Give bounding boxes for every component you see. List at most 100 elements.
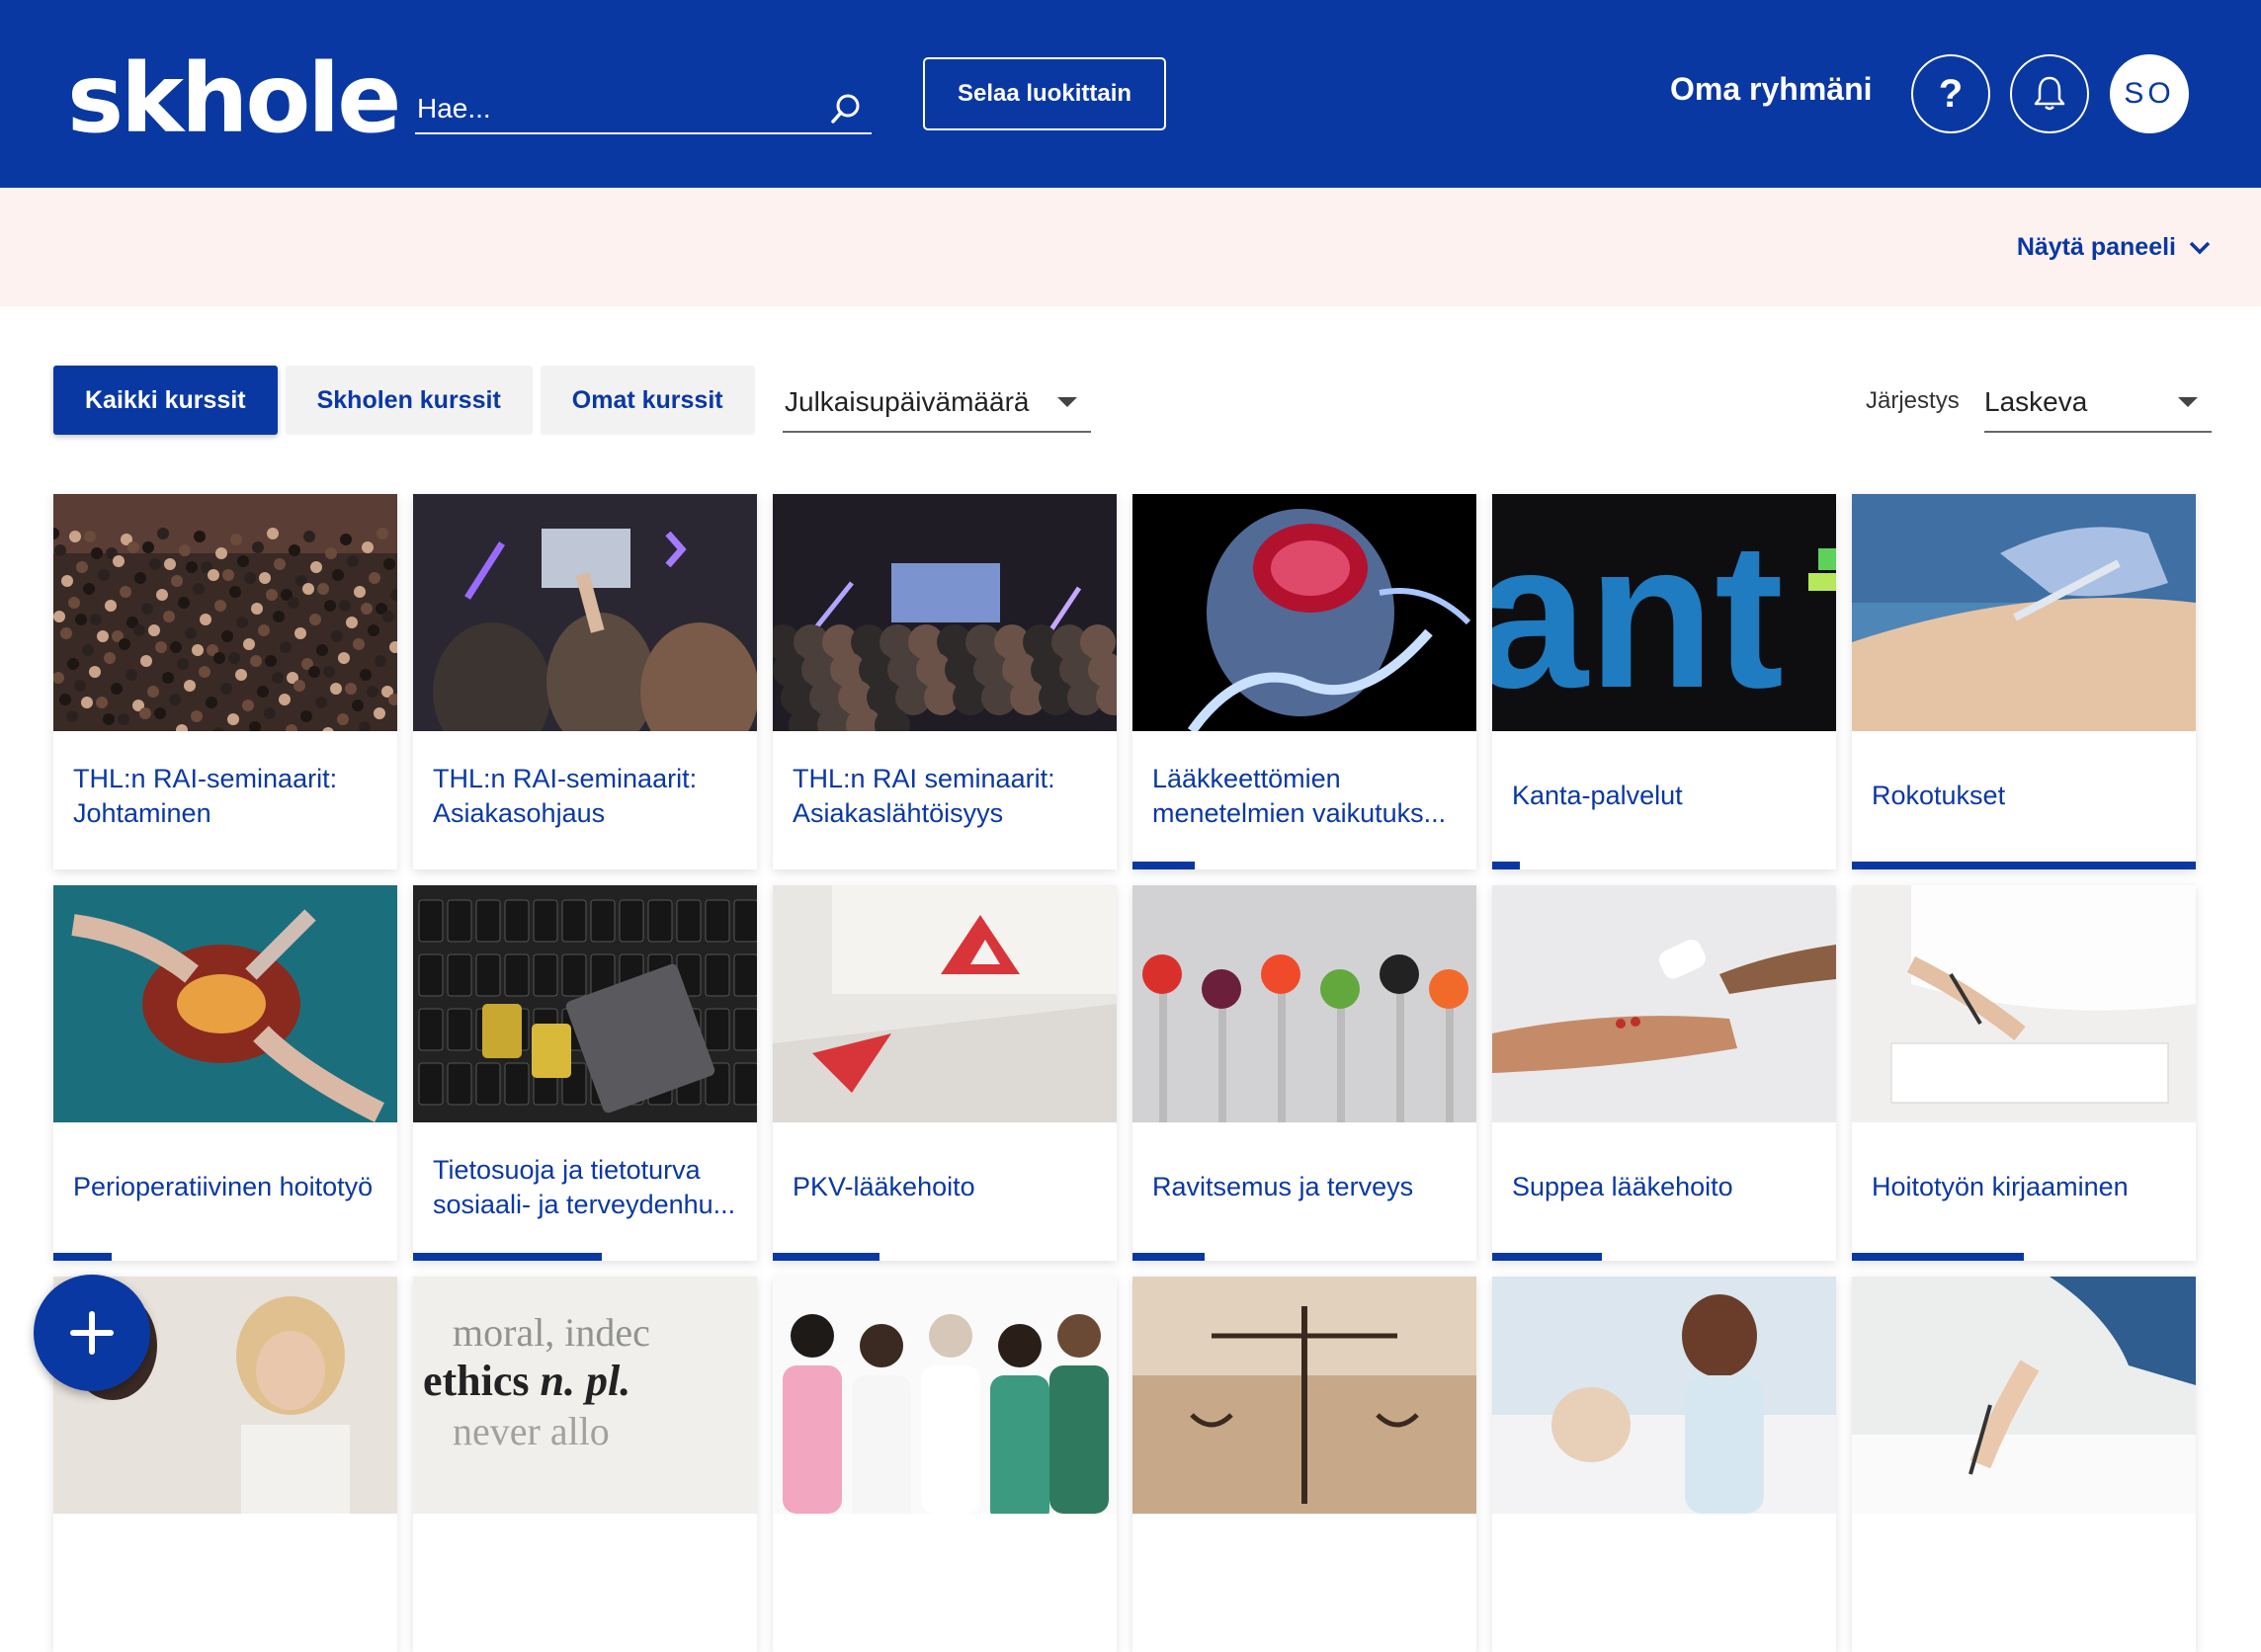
notifications-button[interactable] <box>2010 54 2089 133</box>
course-progress-bar <box>1132 862 1195 869</box>
svg-text:moral, indec: moral, indec <box>453 1310 650 1355</box>
order-label: Järjestys <box>1866 387 1960 414</box>
svg-text:never allo: never allo <box>453 1409 610 1453</box>
tab-skhole-courses[interactable]: Skholen kurssit <box>285 366 533 435</box>
course-thumbnail: ant <box>1492 494 1836 731</box>
course-card[interactable] <box>1132 1277 1476 1652</box>
course-thumbnail <box>773 1277 1117 1514</box>
course-grid: THL:n RAI-seminaarit: Johtaminen THL:n R… <box>53 494 2196 1652</box>
course-thumbnail <box>1852 494 2196 731</box>
course-card[interactable]: THL:n RAI seminaarit: Asiakaslähtöisyys <box>773 494 1117 869</box>
course-title-text: Suppea lääkehoito <box>1512 1172 1733 1202</box>
chevron-down-icon <box>2189 241 2211 254</box>
course-title-text: Lääkkeettömien menetelmien vaikutuks... <box>1152 763 1447 828</box>
course-title[interactable]: Tietosuoja ja tietoturva sosiaali- ja te… <box>433 1122 745 1253</box>
course-card[interactable] <box>1492 1277 1836 1652</box>
course-progress-bar <box>53 1253 113 1261</box>
course-title[interactable]: Ravitsemus ja terveys <box>1152 1122 1465 1253</box>
add-button[interactable] <box>34 1275 150 1391</box>
course-title-text: Ravitsemus ja terveys <box>1152 1172 1414 1202</box>
course-progress-bar <box>1492 1253 1603 1261</box>
course-card[interactable]: Rokotukset <box>1852 494 2196 869</box>
course-card[interactable]: Ravitsemus ja terveys <box>1132 885 1476 1261</box>
my-group-link[interactable]: Oma ryhmäni <box>1670 71 1873 108</box>
course-thumbnail: moral, indec ethics n. pl. never allo <box>413 1277 757 1514</box>
search-icon[interactable] <box>828 91 864 126</box>
course-card[interactable]: THL:n RAI-seminaarit: Johtaminen <box>53 494 397 869</box>
course-title-text: Tietosuoja ja tietoturva sosiaali- ja te… <box>433 1154 736 1219</box>
course-thumbnail <box>413 494 757 731</box>
course-title-text: Hoitotyön kirjaaminen <box>1872 1172 2129 1202</box>
sort-field-value: Julkaisupäivämäärä <box>785 386 1030 417</box>
course-title[interactable]: Suppea lääkehoito <box>1512 1122 1824 1253</box>
course-tabs: Kaikki kurssit Skholen kurssit Omat kurs… <box>53 366 755 435</box>
course-card[interactable]: THL:n RAI-seminaarit: Asiakasohjaus <box>413 494 757 869</box>
show-panel-toggle[interactable]: Näytä paneeli <box>2017 233 2212 262</box>
help-icon: ? <box>1938 71 1964 116</box>
course-card[interactable]: Suppea lääkehoito <box>1492 885 1836 1261</box>
course-card[interactable]: Perioperatiivinen hoitotyö <box>53 885 397 1261</box>
course-title[interactable]: Perioperatiivinen hoitotyö <box>73 1122 385 1253</box>
course-progress-bar <box>1132 1253 1206 1261</box>
course-thumbnail <box>1132 1277 1476 1514</box>
user-avatar[interactable]: SO <box>2110 54 2189 133</box>
course-thumbnail <box>413 885 757 1122</box>
tab-all-courses[interactable]: Kaikki kurssit <box>53 366 278 435</box>
course-title[interactable]: Rokotukset <box>1872 731 2184 862</box>
course-title[interactable]: PKV-lääkehoito <box>793 1122 1105 1253</box>
course-card[interactable]: Tietosuoja ja tietoturva sosiaali- ja te… <box>413 885 757 1261</box>
caret-down-icon <box>1057 397 1077 407</box>
course-progress-bar <box>1492 862 1520 869</box>
course-thumbnail <box>1492 1277 1836 1514</box>
show-panel-label: Näytä paneeli <box>2016 233 2176 261</box>
svg-text:ant: ant <box>1492 499 1784 731</box>
course-card[interactable]: Lääkkeettömien menetelmien vaikutuks... <box>1132 494 1476 869</box>
course-progress-bar <box>1852 1253 2024 1261</box>
course-title-text: THL:n RAI-seminaarit: Johtaminen <box>73 763 338 828</box>
course-card[interactable]: ant Kanta-palvelut <box>1492 494 1836 869</box>
course-thumbnail <box>773 494 1117 731</box>
search-input[interactable] <box>415 87 810 130</box>
course-progress-bar <box>1852 862 2196 869</box>
course-thumbnail <box>1852 1277 2196 1514</box>
course-thumbnail <box>1132 494 1476 731</box>
course-title-text: THL:n RAI seminaarit: Asiakaslähtöisyys <box>793 763 1055 828</box>
course-card[interactable]: moral, indec ethics n. pl. never allo <box>413 1277 757 1652</box>
order-value: Laskeva <box>1984 386 2088 417</box>
course-title[interactable]: THL:n RAI-seminaarit: Johtaminen <box>73 731 385 862</box>
course-thumbnail <box>1852 885 2196 1122</box>
caret-down-icon <box>2178 397 2198 407</box>
course-thumbnail <box>773 885 1117 1122</box>
course-thumbnail <box>53 885 397 1122</box>
course-card[interactable]: PKV-lääkehoito <box>773 885 1117 1261</box>
course-thumbnail <box>1132 885 1476 1122</box>
plus-icon <box>70 1311 114 1355</box>
tab-own-courses[interactable]: Omat kurssit <box>540 366 755 435</box>
course-progress-bar <box>413 1253 603 1261</box>
course-title-text: Kanta-palvelut <box>1512 781 1683 811</box>
sort-field-select[interactable]: Julkaisupäivämäärä <box>783 373 1091 433</box>
course-title[interactable]: Lääkkeettömien menetelmien vaikutuks... <box>1152 731 1465 862</box>
course-title[interactable]: THL:n RAI seminaarit: Asiakaslähtöisyys <box>793 731 1105 862</box>
course-title[interactable]: Hoitotyön kirjaaminen <box>1872 1122 2184 1253</box>
course-card[interactable] <box>773 1277 1117 1652</box>
course-thumbnail <box>53 494 397 731</box>
course-title[interactable]: THL:n RAI-seminaarit: Asiakasohjaus <box>433 731 745 862</box>
panel-bar: Näytä paneeli <box>0 188 2261 306</box>
help-button[interactable]: ? <box>1911 54 1990 133</box>
course-title[interactable]: Kanta-palvelut <box>1512 731 1824 862</box>
course-title-text: THL:n RAI-seminaarit: Asiakasohjaus <box>433 763 698 828</box>
browse-categories-button[interactable]: Selaa luokittain <box>923 57 1166 130</box>
search-box <box>415 87 872 134</box>
course-title-text: Perioperatiivinen hoitotyö <box>73 1172 374 1202</box>
course-title-text: Rokotukset <box>1872 781 2006 811</box>
svg-text:ethics n. pl.: ethics n. pl. <box>423 1357 630 1405</box>
course-card[interactable] <box>1852 1277 2196 1652</box>
course-title-text: PKV-lääkehoito <box>793 1172 975 1202</box>
course-thumbnail <box>1492 885 1836 1122</box>
order-select[interactable]: Laskeva <box>1984 373 2212 433</box>
course-progress-bar <box>773 1253 879 1261</box>
course-card[interactable]: Hoitotyön kirjaaminen <box>1852 885 2196 1261</box>
skhole-logo[interactable]: skhole <box>67 51 401 146</box>
bell-icon <box>2034 76 2065 111</box>
